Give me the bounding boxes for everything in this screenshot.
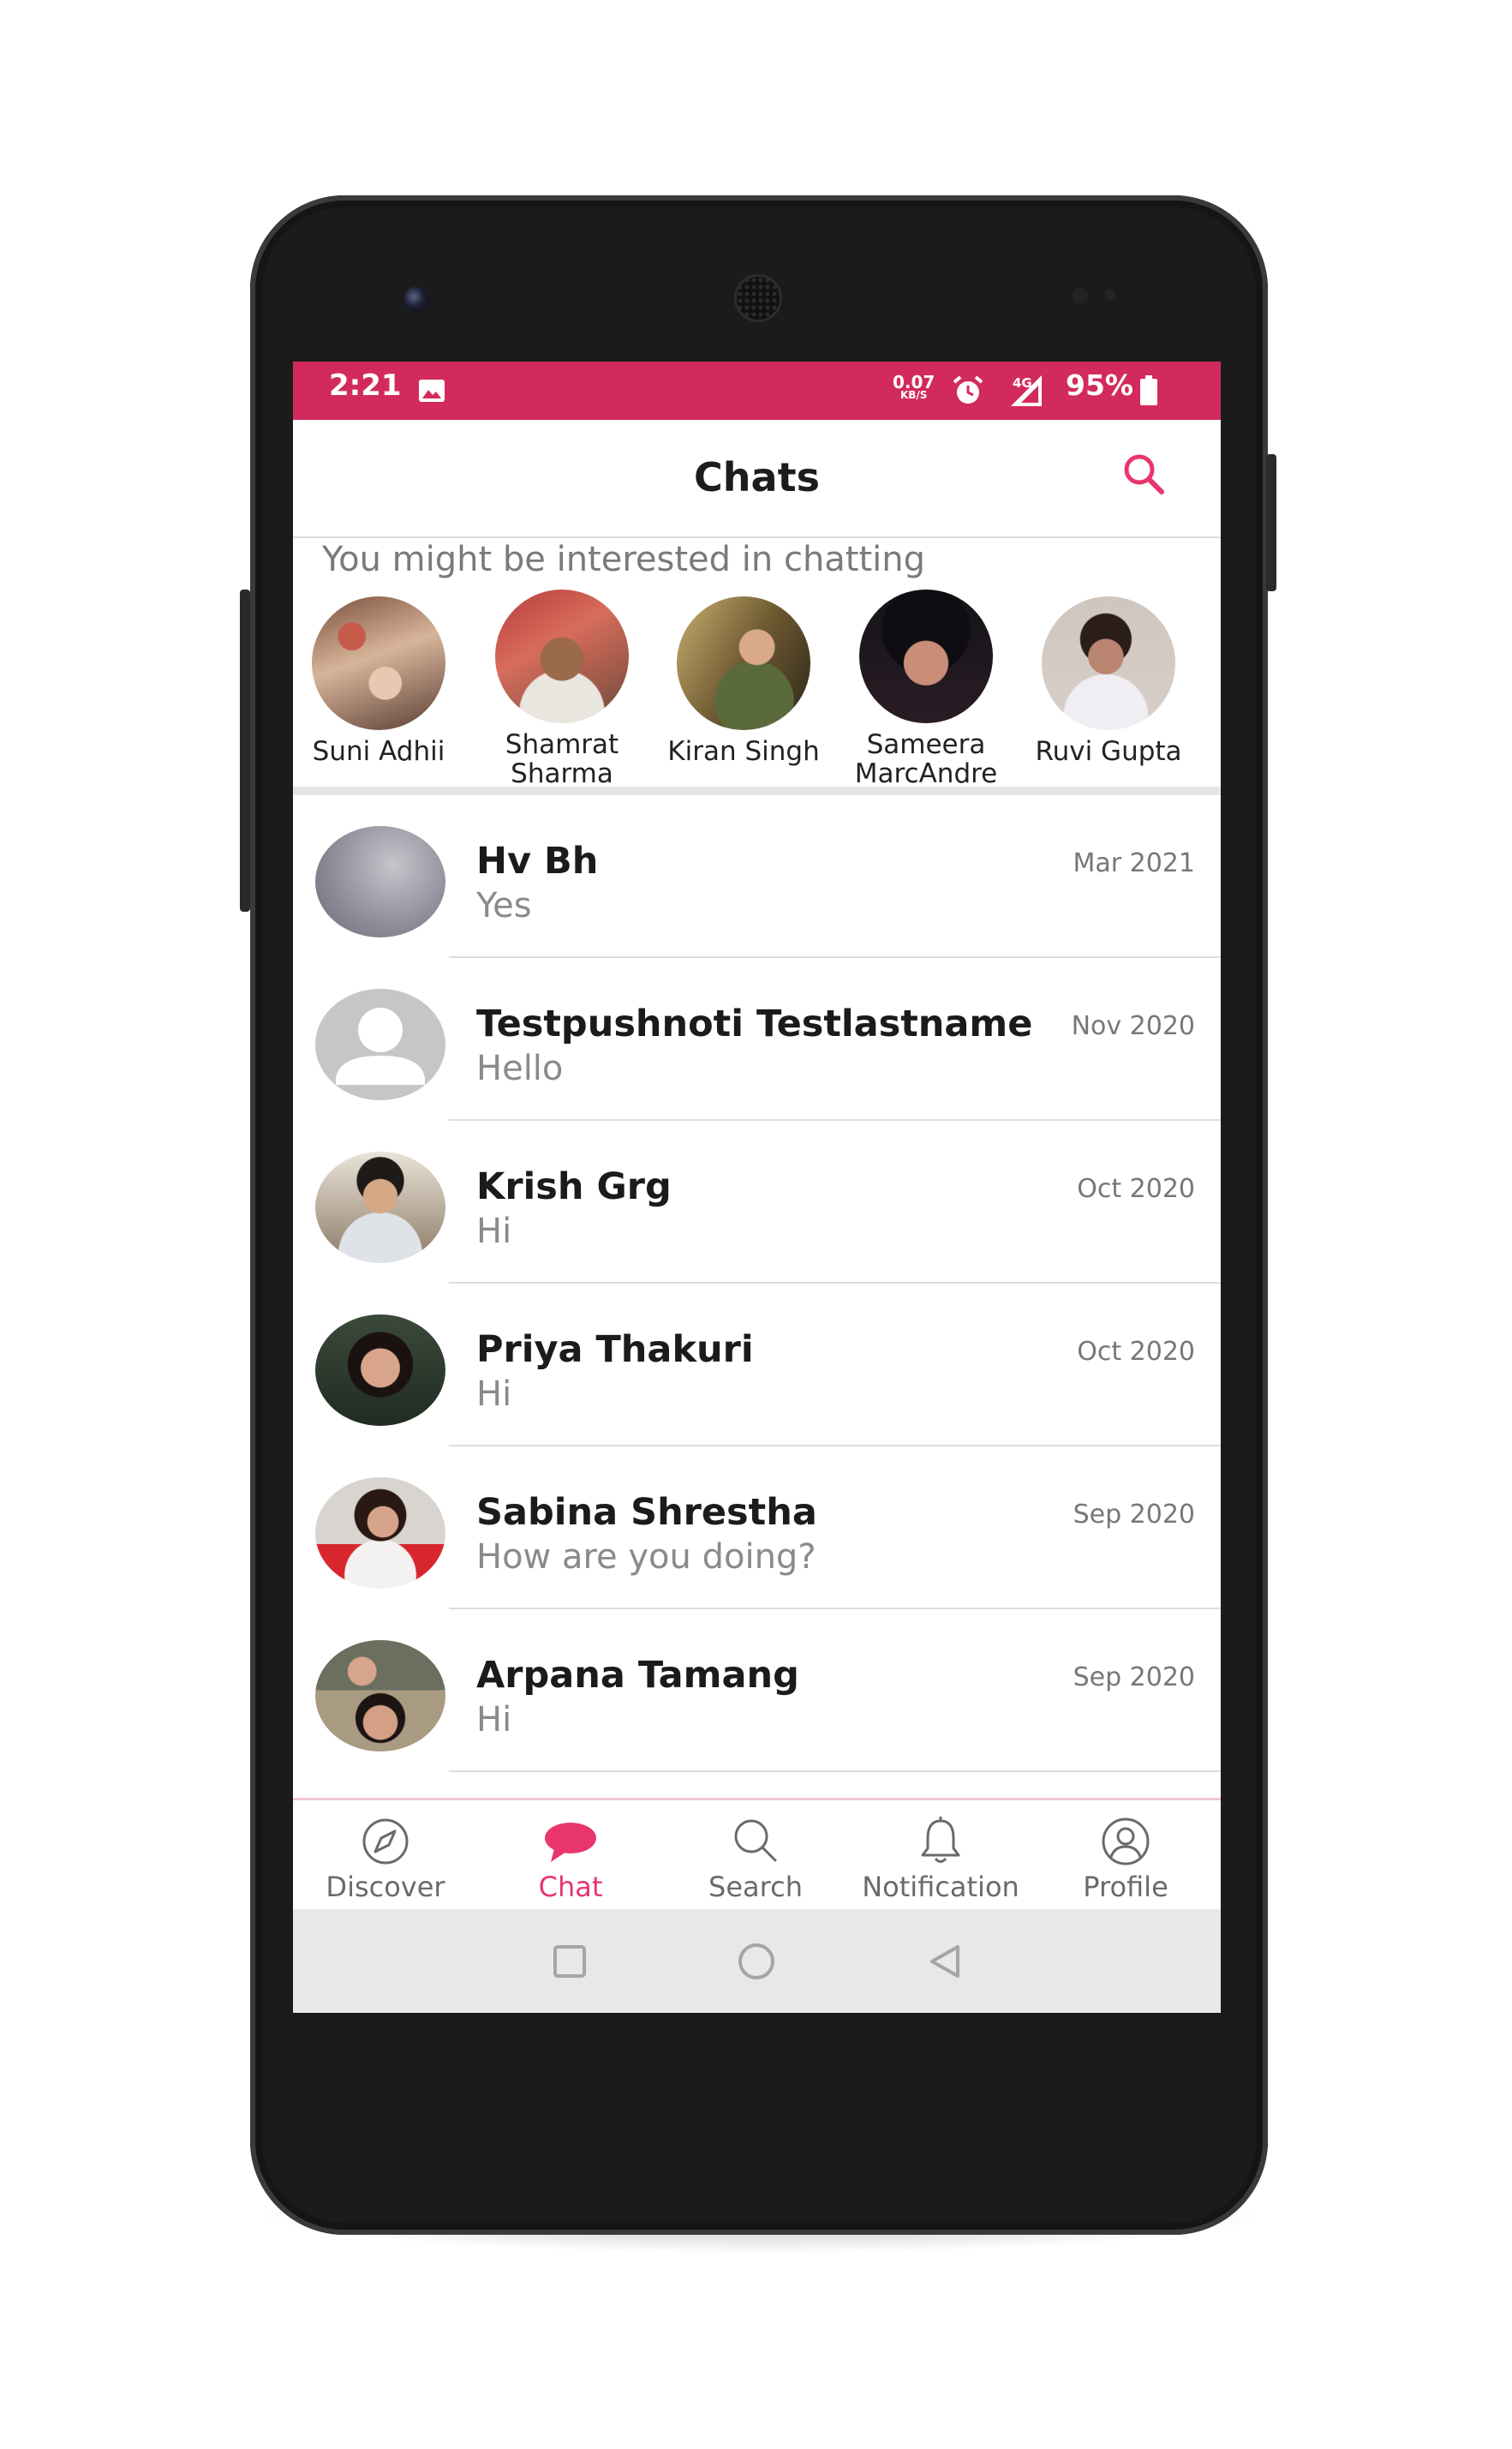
chat-date: Nov 2020 (1071, 1011, 1195, 1041)
chat-date: Sep 2020 (1073, 1500, 1195, 1530)
suggestion-item[interactable]: Kiran Singh (658, 596, 829, 766)
alarm-icon (953, 375, 983, 404)
chat-date: Mar 2021 (1073, 848, 1196, 878)
chat-item[interactable]: Priya Thakuri Hi Oct 2020 (293, 1284, 1221, 1446)
battery-percent: 95% (1066, 368, 1133, 402)
avatar (1042, 596, 1175, 730)
image-notification-icon (419, 380, 445, 402)
suggestion-item[interactable]: Shamrat Sharma (476, 590, 648, 788)
chat-separator (449, 1770, 1221, 1772)
chat-last-message: Hi (476, 1374, 512, 1414)
avatar (315, 1314, 445, 1426)
nav-search[interactable]: Search (663, 1816, 848, 1903)
chat-date: Oct 2020 (1077, 1174, 1195, 1204)
avatar (315, 989, 445, 1100)
status-bar: 2:21 0.07 KB/S 4G 95% (293, 362, 1221, 420)
avatar (315, 1640, 445, 1751)
section-divider (293, 787, 1221, 795)
suggestion-name: Ruvi Gupta (1035, 736, 1182, 767)
avatar (495, 590, 629, 723)
chat-name: Hv Bh (476, 840, 599, 883)
suggestions-title: You might be interested in chatting (322, 540, 926, 579)
nav-label: Discover (326, 1871, 445, 1903)
battery-icon (1140, 375, 1157, 405)
chat-name: Priya Thakuri (476, 1328, 754, 1371)
chat-name: Sabina Shrestha (476, 1491, 817, 1534)
chat-name: Testpushnoti Testlastname (476, 1003, 1033, 1045)
avatar (859, 590, 993, 723)
app-screen: 2:21 0.07 KB/S 4G 95% Chats You might be… (293, 362, 1221, 2013)
home-circle-icon[interactable] (735, 1940, 778, 1983)
nav-label: Profile (1083, 1871, 1168, 1903)
avatar (315, 1152, 445, 1263)
avatar (312, 596, 445, 730)
power-button (1266, 454, 1276, 591)
chat-name: Arpana Tamang (476, 1654, 799, 1697)
chat-bubble-icon (545, 1823, 596, 1862)
page-title: Chats (694, 454, 820, 500)
avatar (315, 826, 445, 937)
suggestion-item[interactable]: Suni Adhii (293, 596, 464, 766)
front-camera (403, 286, 429, 312)
chat-last-message: Hello (476, 1049, 564, 1088)
proximity-sensor (1073, 288, 1088, 303)
suggestion-item[interactable]: Ruvi Gupta (1023, 596, 1194, 766)
suggestion-item[interactable]: Sameera MarcAndre (840, 590, 1012, 788)
bell-icon (921, 1817, 960, 1863)
bottom-navigation: Discover Chat Search Notification Profil… (293, 1798, 1221, 1912)
earpiece-speaker (734, 274, 782, 322)
suggestion-name: Sameera MarcAndre (854, 729, 998, 789)
suggestions-row: Suni Adhii Shamrat Sharma Kiran Singh Sa… (293, 590, 1221, 788)
app-header: Chats (293, 420, 1221, 538)
chat-item[interactable]: Testpushnoti Testlastname Hello Nov 2020 (293, 958, 1221, 1121)
compass-icon (362, 1818, 409, 1865)
nav-notification[interactable]: Notification (848, 1816, 1033, 1903)
chat-date: Sep 2020 (1073, 1662, 1195, 1692)
net-speed: 0.07 KB/S (893, 374, 935, 401)
nav-discover[interactable]: Discover (293, 1816, 478, 1903)
nav-label: Search (708, 1871, 803, 1903)
suggestion-name: Suni Adhii (312, 736, 445, 767)
chat-item[interactable]: Hv Bh Yes Mar 2021 (293, 795, 1221, 958)
light-sensor (1105, 290, 1115, 300)
avatar (677, 596, 810, 730)
default-user-icon (336, 1008, 425, 1085)
recents-square-icon[interactable] (548, 1940, 591, 1983)
nav-label: Chat (538, 1871, 603, 1903)
user-circle-icon (1102, 1817, 1150, 1865)
chat-last-message: Yes (476, 886, 532, 925)
search-icon (734, 1819, 777, 1862)
suggestion-name: Shamrat Sharma (505, 729, 619, 789)
chat-last-message: Hi (476, 1700, 512, 1739)
status-time: 2:21 (329, 368, 402, 403)
chat-last-message: Hi (476, 1212, 512, 1251)
avatar (315, 1477, 445, 1589)
chat-item[interactable]: Sabina Shrestha How are you doing? Sep 2… (293, 1446, 1221, 1609)
suggestion-name: Kiran Singh (667, 736, 820, 767)
network-type: 4G (1013, 375, 1032, 391)
nav-label: Notification (862, 1871, 1019, 1903)
signal-4g-icon: 4G (1011, 375, 1042, 406)
chat-last-message: How are you doing? (476, 1537, 816, 1577)
chat-item[interactable]: Arpana Tamang Hi Sep 2020 (293, 1609, 1221, 1772)
nav-profile[interactable]: Profile (1033, 1816, 1218, 1903)
nav-chat[interactable]: Chat (478, 1816, 663, 1903)
search-icon[interactable] (1121, 451, 1168, 499)
system-navigation-bar (293, 1909, 1221, 2013)
chat-item[interactable]: Krish Grg Hi Oct 2020 (293, 1121, 1221, 1284)
volume-button (240, 590, 250, 912)
chat-date: Oct 2020 (1077, 1337, 1195, 1367)
chat-name: Krish Grg (476, 1165, 672, 1208)
back-triangle-icon[interactable] (923, 1940, 966, 1983)
